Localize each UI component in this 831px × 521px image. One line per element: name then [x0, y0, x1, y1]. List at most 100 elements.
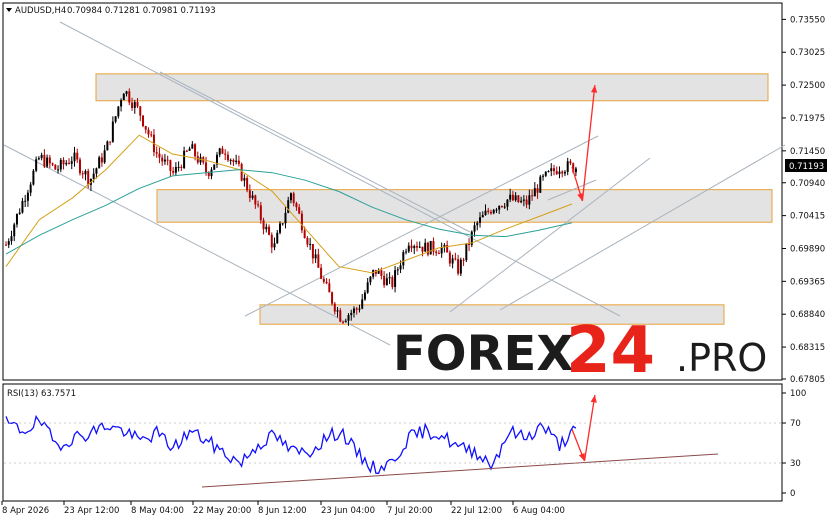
candle-body — [506, 199, 509, 207]
candle-body — [309, 243, 312, 245]
candle-body — [287, 200, 290, 213]
candle-body — [555, 171, 558, 175]
candle-body — [218, 148, 221, 155]
time-tick-label: 22 May 20:00 — [193, 506, 251, 516]
price-axis: 0.73550 0.73025 0.72500 0.71975 0.71450 0.709… — [782, 15, 825, 385]
candle-body — [336, 310, 339, 312]
candle-body — [232, 159, 235, 163]
candle-body — [413, 246, 416, 249]
candle-body — [514, 195, 517, 201]
candle-body — [15, 213, 18, 225]
candle-body — [111, 121, 114, 142]
candle-body — [40, 154, 43, 159]
candle-body — [394, 270, 397, 287]
candle-body — [221, 148, 224, 154]
candle-body — [26, 192, 29, 201]
candle-body — [169, 160, 172, 171]
candle-body — [279, 223, 281, 233]
candle-body — [48, 157, 51, 164]
candle-body — [136, 102, 139, 107]
candle-body — [350, 312, 353, 316]
candle-body — [150, 134, 153, 136]
time-tick-label: 8 Apr 2026 — [2, 506, 49, 516]
candle-body — [429, 240, 432, 255]
candle-body — [489, 211, 492, 214]
candle-body — [76, 152, 79, 160]
candle-body — [210, 169, 213, 177]
candle-body — [125, 91, 128, 94]
candle-body — [35, 159, 38, 171]
candle-body — [416, 246, 418, 248]
candle-body — [435, 251, 438, 254]
candle-body — [18, 212, 21, 214]
candle-body — [317, 254, 320, 268]
candle-body — [144, 126, 147, 130]
candle-body — [328, 283, 331, 293]
price-tick-label: 0.73550 — [790, 15, 825, 25]
candle-body — [476, 222, 479, 226]
candle-body — [462, 259, 465, 261]
candle-body — [289, 193, 292, 201]
candle-body — [550, 168, 553, 172]
candle-body — [566, 161, 569, 172]
candle-body — [243, 177, 246, 181]
candle-body — [465, 243, 468, 261]
candle-body — [333, 303, 336, 312]
time-axis: 8 Apr 2026 23 Apr 12:00 8 May 04:00 22 May … — [1, 501, 565, 516]
candle-body — [51, 163, 54, 165]
candle-body — [421, 246, 424, 252]
candle-body — [5, 244, 7, 246]
candle-body — [399, 265, 402, 270]
candle-body — [163, 159, 166, 162]
candle-body — [68, 162, 71, 164]
candle-body — [224, 153, 227, 155]
candle-body — [177, 166, 180, 168]
candle-body — [454, 258, 457, 260]
candle-body — [114, 116, 117, 122]
candle-body — [511, 194, 514, 201]
candle-body — [487, 210, 490, 212]
candle-body — [191, 144, 194, 149]
candle-body — [424, 242, 427, 252]
candle-body — [65, 162, 68, 165]
candle-body — [142, 115, 144, 127]
candle-body — [81, 173, 84, 175]
candle-body — [188, 148, 191, 151]
candle-body — [437, 253, 440, 255]
candle-body — [311, 243, 314, 259]
candle-body — [109, 141, 112, 143]
candle-body — [262, 220, 265, 230]
candle-body — [270, 234, 273, 248]
candle-body — [509, 194, 512, 200]
price-tick-label: 0.67805 — [790, 375, 825, 385]
candle-body — [87, 170, 90, 185]
candle-body — [120, 100, 123, 107]
candle-body — [539, 176, 542, 193]
candle-body — [306, 237, 309, 245]
candle-body — [73, 152, 76, 162]
candle-body — [300, 213, 303, 231]
candle-body — [314, 254, 317, 259]
candle-body — [281, 223, 284, 225]
candle-body — [536, 188, 539, 193]
price-tick-label: 0.70940 — [790, 179, 825, 189]
candle-body — [259, 205, 262, 221]
candle-body — [139, 106, 142, 116]
ohlc-readout: 0.70984 0.71281 0.70981 0.71193 — [67, 6, 216, 16]
candle-body — [100, 157, 103, 163]
candle-body — [180, 166, 183, 169]
candle-body — [473, 225, 476, 232]
candle-body — [361, 299, 364, 309]
candle-body — [166, 159, 169, 161]
candle-body — [542, 175, 545, 177]
candle-body — [520, 200, 523, 203]
candle-body — [574, 168, 577, 173]
candle-body — [418, 246, 421, 248]
candle-body — [265, 226, 268, 230]
candle-body — [158, 153, 161, 158]
candle-body — [10, 236, 13, 242]
candle-body — [128, 91, 131, 103]
candle-body — [295, 203, 298, 208]
candle-body — [194, 144, 197, 157]
candle-body — [172, 170, 175, 173]
